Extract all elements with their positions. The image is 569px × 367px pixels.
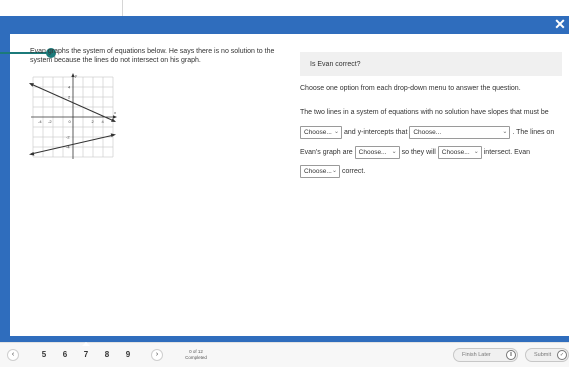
graph-line-lower	[30, 134, 115, 155]
top-bar	[0, 0, 569, 17]
answer-sentence-line-1: The two lines in a system of equations w…	[300, 109, 549, 116]
finish-later-button[interactable]: Finish Later II	[453, 348, 518, 362]
chevron-down-icon: ⌄	[333, 129, 339, 135]
progress-indicator: 0 of 12 Completed	[178, 349, 214, 360]
question-prompt: Evan graphs the system of equations belo…	[30, 48, 275, 64]
sentence-text: and	[343, 129, 356, 136]
sentence-text: correct.	[341, 168, 366, 175]
intersect-dropdown[interactable]: Choose... ⌄	[437, 146, 482, 159]
top-tab-outline	[0, 0, 123, 17]
instruction-text: Choose one option from each drop-down me…	[300, 85, 521, 92]
question-number-5[interactable]: 5	[37, 348, 51, 362]
slope-dropdown[interactable]: Choose... ⌄	[300, 126, 342, 139]
question-number-6[interactable]: 6	[58, 348, 72, 362]
progress-label: Completed	[185, 354, 207, 360]
x-tick-label: 0	[69, 119, 72, 124]
question-number-7-current[interactable]: 7	[79, 342, 93, 362]
submit-label: Submit	[534, 352, 552, 358]
chevron-down-icon: ⌄	[502, 129, 508, 135]
answer-sentence-line-4: Choose... ⌄ correct.	[300, 165, 365, 178]
sentence-text: y-intercepts that	[357, 129, 408, 136]
checkmark-icon: ✓	[557, 350, 567, 360]
x-tick-label: 2	[92, 119, 95, 124]
navigation-bar: ‹ 5 6 7 8 9 › 0 of 12 Completed Finish L…	[0, 342, 569, 367]
finish-later-label: Finish Later	[462, 352, 491, 358]
sentence-text: . The lines on	[512, 129, 555, 136]
sentence-text: intersect. Evan	[483, 149, 531, 156]
sentence-text: The two lines in a system of equations w…	[300, 109, 549, 116]
answer-sentence-line-3: Evan's graph are Choose... ⌄ so they will…	[300, 146, 530, 159]
question-number-9[interactable]: 9	[121, 348, 135, 362]
close-icon[interactable]: ✕	[553, 16, 567, 32]
chevron-down-icon: ⌄	[473, 149, 479, 155]
x-axis-arrow	[113, 115, 117, 119]
chevron-down-icon: ⌄	[391, 149, 397, 155]
question-ask-box: Is Evan correct?	[300, 52, 562, 76]
coordinate-graph: -4 -2 0 2 4 4 2 -2 -4 x y	[29, 73, 117, 159]
chevron-right-icon[interactable]: ›	[151, 349, 163, 361]
chevron-left-icon[interactable]: ‹	[7, 349, 19, 361]
pause-icon: II	[506, 350, 516, 360]
question-number-8[interactable]: 8	[100, 348, 114, 362]
question-ask: Is Evan correct?	[310, 61, 361, 68]
x-tick-label: -2	[48, 119, 52, 124]
sentence-text: so they will	[401, 149, 436, 156]
graph-line-upper	[30, 83, 115, 122]
sentence-text: Evan's graph are	[300, 149, 353, 156]
lines-relation-dropdown[interactable]: Choose... ⌄	[354, 146, 400, 159]
answer-sentence-line-2: Choose... ⌄ and y-intercepts that Choose.…	[300, 126, 554, 139]
evan-correct-dropdown[interactable]: Choose... ⌄	[300, 165, 340, 178]
x-tick-label: 4	[102, 119, 105, 124]
x-axis-label: x	[113, 110, 117, 115]
x-tick-label: -4	[38, 119, 42, 124]
graph-axes	[31, 75, 115, 159]
chevron-down-icon: ⌄	[331, 168, 337, 174]
y-intercept-dropdown[interactable]: Choose... ⌄	[409, 126, 511, 139]
submit-button[interactable]: Submit ✓	[525, 348, 569, 362]
